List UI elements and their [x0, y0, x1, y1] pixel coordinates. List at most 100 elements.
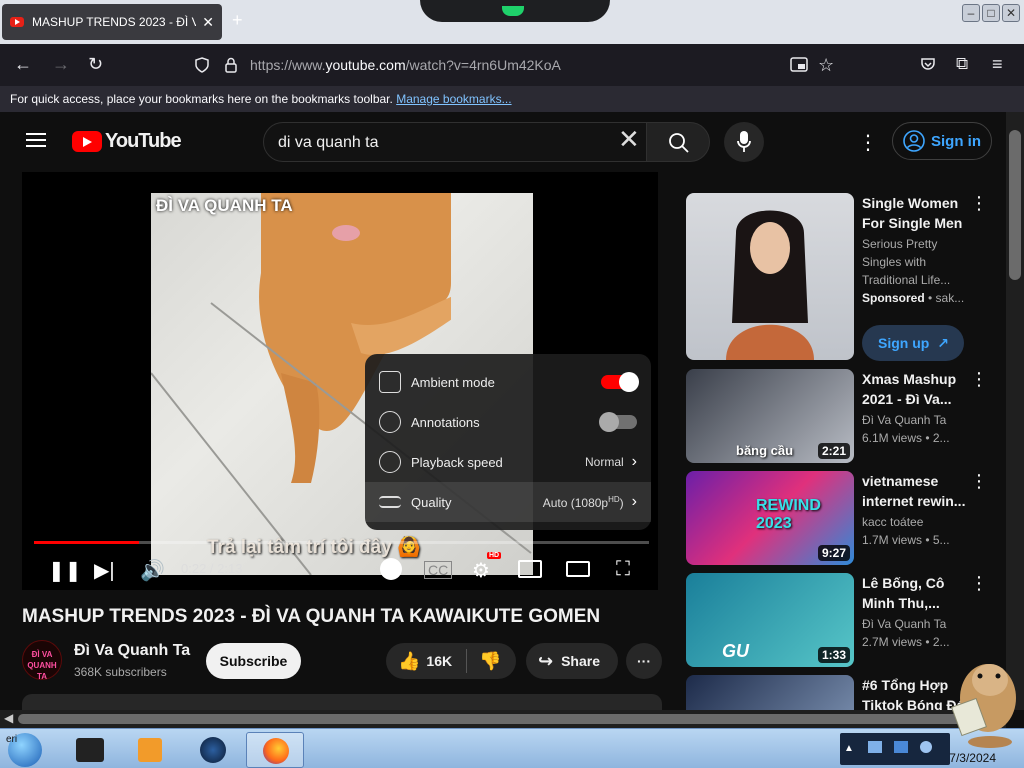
settings-gear-icon[interactable]: ⚙	[472, 558, 490, 583]
reload-icon[interactable]: ↻	[88, 54, 103, 75]
vertical-scrollbar[interactable]	[1006, 112, 1024, 710]
extensions-icon[interactable]: ⧉	[956, 54, 968, 74]
thumbnail-caption: băng cầu	[736, 443, 794, 458]
more-actions-button[interactable]: ···	[626, 643, 662, 679]
recommendation-ad[interactable]: Single Women For Single Men Serious Pret…	[686, 193, 988, 363]
ad-signup-button[interactable]: Sign up ↗	[862, 325, 964, 361]
menu-icon[interactable]: ≡	[992, 54, 1003, 75]
tray-app-icon[interactable]	[920, 741, 932, 753]
taskbar-app-firefox[interactable]	[246, 732, 304, 768]
recommendation-item[interactable]: REWIND 2023 9:27 vietnamese internet rew…	[686, 471, 988, 565]
like-button[interactable]: 👍	[398, 651, 420, 672]
rec-channel[interactable]: Đì Va Quanh Ta	[862, 617, 946, 631]
rec-title[interactable]: Xmas Mashup 2021 - Đì Va...	[862, 369, 966, 409]
new-tab-button[interactable]: +	[232, 10, 243, 31]
hamster-desktop-pet-image[interactable]	[950, 650, 1024, 750]
start-button[interactable]: eri	[4, 732, 48, 768]
recommendation-item[interactable]: băng cầu 2:21 Xmas Mashup 2021 - Đì Va..…	[686, 369, 988, 463]
ad-thumbnail[interactable]	[686, 193, 854, 360]
tab-title: MASHUP TRENDS 2023 - ĐÌ VA	[32, 15, 197, 29]
pocket-icon[interactable]	[920, 56, 936, 72]
ambient-mode-row[interactable]: Ambient mode	[365, 362, 651, 402]
taskbar-app-terminal[interactable]	[64, 732, 116, 768]
scroll-left-icon[interactable]: ◀	[4, 711, 13, 725]
chevron-right-icon: ›	[631, 493, 637, 510]
tab-close-button[interactable]: ✕	[202, 14, 214, 31]
sign-in-button[interactable]: Sign in	[892, 122, 992, 160]
sponsor-source: • sak...	[924, 291, 965, 305]
rec-duration: 9:27	[817, 545, 850, 561]
dislike-button[interactable]: 👎	[479, 651, 501, 672]
window-controls: – □ ✕	[962, 4, 1020, 22]
browser-tab[interactable]: MASHUP TRENDS 2023 - ĐÌ VA ✕	[2, 4, 222, 40]
network-icon[interactable]	[868, 741, 882, 753]
channel-avatar[interactable]: ĐÌ VA QUANH TA	[22, 640, 62, 681]
close-window-button[interactable]: ✕	[1002, 4, 1020, 22]
rec-more-icon[interactable]: ⋮	[970, 573, 988, 594]
youtube-logo-text: YouTube	[105, 130, 182, 152]
rec-title[interactable]: vietnamese internet rewin...	[862, 471, 966, 511]
youtube-logo[interactable]: YouTube	[72, 130, 182, 153]
video-player[interactable]: ĐÌ VA QUANH TA Ambient mode Annotations …	[22, 172, 658, 590]
hamburger-menu-icon[interactable]	[26, 133, 46, 147]
annotations-icon	[379, 411, 401, 433]
annotations-toggle[interactable]	[599, 412, 637, 432]
rec-channel[interactable]: Đì Va Quanh Ta	[862, 413, 946, 427]
rec-thumbnail[interactable]	[686, 675, 854, 710]
quality-row[interactable]: Quality Auto (1080pHD) ›	[365, 482, 651, 522]
rec-thumbnail[interactable]: REWIND 2023 9:27	[686, 471, 854, 565]
rec-more-icon[interactable]: ⋮	[970, 193, 988, 214]
tray-expand-icon[interactable]: ▲	[844, 743, 854, 754]
bookmarks-toolbar: For quick access, place your bookmarks h…	[0, 86, 1024, 112]
autoplay-toggle[interactable]	[380, 558, 402, 580]
rec-thumbnail[interactable]: GU 1:33	[686, 573, 854, 667]
maximize-button[interactable]: □	[982, 4, 1000, 22]
rec-more-icon[interactable]: ⋮	[970, 369, 988, 390]
rec-title[interactable]: Lê Bống, Cô Minh Thu,...	[862, 573, 966, 613]
playback-speed-row[interactable]: Playback speed Normal ›	[365, 442, 651, 482]
recommendation-item[interactable]: #6 Tổng Hợp Tiktok Bóng Đá	[686, 675, 986, 710]
search-button[interactable]	[646, 122, 710, 162]
picture-in-picture-icon[interactable]	[790, 57, 808, 73]
ambient-mode-toggle[interactable]	[601, 372, 639, 392]
lock-icon[interactable]	[224, 57, 238, 73]
subscribe-button[interactable]: Subscribe	[206, 643, 301, 679]
volume-button[interactable]: 🔊	[140, 558, 165, 583]
taskbar-app-globe[interactable]	[186, 732, 238, 768]
channel-name[interactable]: Đì Va Quanh Ta	[74, 642, 190, 660]
url-prefix: https://www.	[250, 57, 326, 73]
volume-tray-icon[interactable]	[894, 741, 908, 753]
clear-search-icon[interactable]: ✕	[618, 126, 640, 152]
manage-bookmarks-link[interactable]: Manage bookmarks...	[396, 92, 511, 106]
horizontal-scrollbar[interactable]: ◀	[0, 710, 1006, 728]
next-button[interactable]: ▶|	[94, 558, 115, 583]
rec-thumbnail[interactable]: băng cầu 2:21	[686, 369, 854, 463]
taskbar-clock[interactable]: 7/3/2024	[949, 751, 996, 765]
back-arrow-icon[interactable]: ←	[14, 54, 32, 75]
bookmark-star-icon[interactable]: ☆	[818, 55, 834, 76]
url-bar[interactable]: https://www. youtube.com/watch?v=4rn6Um42…	[182, 48, 842, 82]
rec-channel[interactable]: kacc toátee	[862, 515, 923, 529]
scrollbar-thumb[interactable]	[1009, 130, 1021, 280]
rec-title[interactable]: Single Women For Single Men	[862, 193, 966, 233]
rec-more-icon[interactable]: ⋮	[970, 471, 988, 492]
theater-mode-button[interactable]	[566, 561, 590, 577]
search-input[interactable]: di va quanh ta	[263, 122, 647, 162]
voice-search-button[interactable]	[724, 122, 764, 162]
recommendation-item[interactable]: GU 1:33 Lê Bống, Cô Minh Thu,... Đì Va Q…	[686, 573, 988, 667]
share-button[interactable]: ↪ Share	[526, 643, 618, 679]
fullscreen-button[interactable]: ⛶	[616, 558, 630, 581]
shield-icon[interactable]	[194, 57, 210, 73]
progress-bar[interactable]	[34, 541, 649, 544]
taskbar-app-media[interactable]	[124, 732, 176, 768]
settings-kebab-icon[interactable]: ⋮	[858, 130, 878, 155]
time-display: 0:22 / 2:13	[181, 561, 243, 576]
forward-arrow-icon[interactable]: →	[52, 54, 70, 75]
annotations-row[interactable]: Annotations	[365, 402, 651, 442]
url-domain: youtube.com	[325, 57, 406, 73]
miniplayer-button[interactable]	[518, 560, 542, 578]
minimize-button[interactable]: –	[962, 4, 980, 22]
hscroll-thumb[interactable]	[18, 714, 978, 724]
pause-button[interactable]: ❚❚	[48, 558, 82, 583]
subtitles-button[interactable]: CC	[424, 561, 453, 579]
